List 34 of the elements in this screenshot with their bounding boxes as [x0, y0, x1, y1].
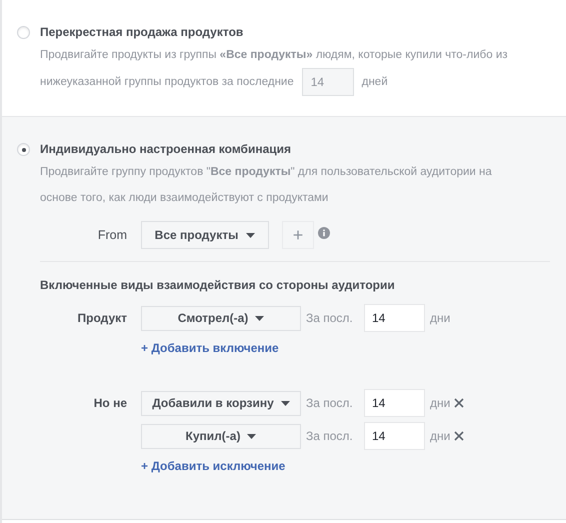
radio-button[interactable]: [17, 26, 30, 39]
period-label: За посл.: [306, 428, 354, 445]
close-icon[interactable]: [454, 431, 464, 441]
option-title: Индивидуально настроенная комбинация: [40, 141, 292, 157]
action-dropdown[interactable]: Купил(-а): [141, 424, 301, 448]
option-description: нижеуказанной группы продуктов за последние: [40, 75, 294, 90]
days-input[interactable]: 14: [364, 422, 425, 450]
action-dropdown[interactable]: Смотрел(-а): [141, 306, 301, 330]
info-icon[interactable]: [318, 227, 330, 239]
option-description: Продвигайте продукты из группы «Все продукты» людям, которые купили что-либо из: [40, 48, 508, 63]
action-dropdown[interactable]: Добавили в корзину: [141, 390, 301, 416]
days-unit: дни: [430, 428, 450, 445]
group-label: Но не: [92, 395, 128, 412]
product-set-dropdown[interactable]: Все продукты: [141, 221, 269, 249]
days-input[interactable]: 14: [364, 389, 425, 417]
period-label: За посл.: [306, 395, 354, 412]
option-title: Перекрестная продажа продуктов: [40, 24, 244, 40]
days-unit: дней: [362, 75, 388, 90]
period-label: За посл.: [306, 310, 354, 327]
days-unit: дни: [430, 395, 450, 412]
caret-icon: [246, 232, 256, 238]
days-input[interactable]: 14: [364, 304, 425, 332]
radio-button[interactable]: [17, 143, 30, 156]
add-link[interactable]: + Добавить включение: [141, 339, 450, 357]
caret-icon: [280, 400, 290, 406]
from-label: From: [96, 226, 128, 244]
option-description: Продвигайте группу продуктов "Все продукты" для пользовательской аудитории на основе того, как люди взаимодействуют с продуктами: [40, 165, 493, 206]
caret-icon: [247, 434, 256, 438]
section-heading: Включенные виды взаимодействия со стороны аудитории: [40, 277, 396, 294]
close-icon[interactable]: [454, 398, 464, 408]
add-link[interactable]: + Добавить исключение: [141, 457, 464, 475]
days-unit: дни: [430, 310, 450, 327]
caret-icon: [255, 316, 264, 320]
group-label: Продукт: [76, 310, 128, 327]
